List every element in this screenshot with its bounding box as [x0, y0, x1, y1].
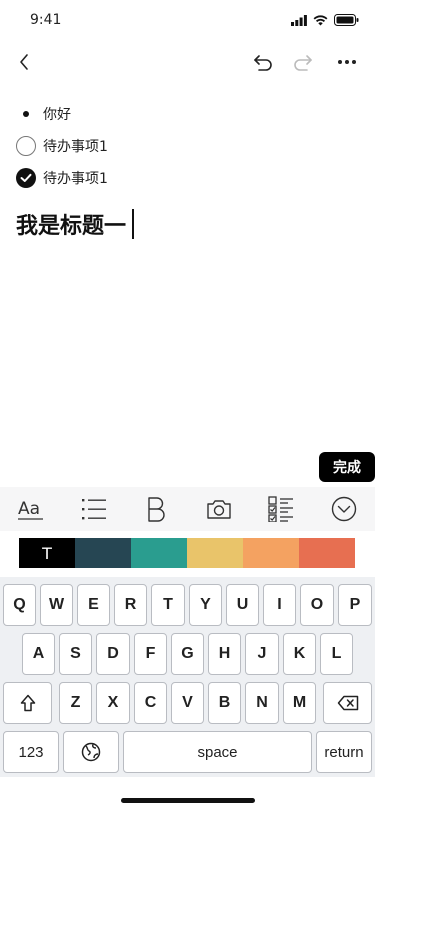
- key-s[interactable]: S: [59, 633, 92, 675]
- camera-icon: [207, 500, 231, 519]
- bullet-dot-icon: [16, 111, 36, 117]
- text-cursor: [132, 209, 135, 239]
- return-key[interactable]: return: [316, 731, 372, 773]
- text-style-button[interactable]: Aa: [11, 489, 51, 529]
- home-indicator: [121, 798, 255, 803]
- key-f[interactable]: F: [134, 633, 167, 675]
- key-u[interactable]: U: [226, 584, 259, 626]
- collapse-icon: [331, 496, 356, 522]
- key-o[interactable]: O: [300, 584, 334, 626]
- phone-screen: 9:41 你好 待办事项1 待办事项1 我是标题一 完成 Aa T Q W E …: [0, 0, 375, 926]
- bold-button[interactable]: [136, 489, 176, 529]
- key-p[interactable]: P: [338, 584, 372, 626]
- bullet-list-item[interactable]: 你好: [16, 98, 361, 130]
- color-swatch[interactable]: T: [19, 538, 75, 568]
- key-w[interactable]: W: [40, 584, 73, 626]
- todo-item[interactable]: 待办事项1: [16, 162, 361, 194]
- undo-button[interactable]: [249, 48, 277, 76]
- signal-icon: [291, 14, 307, 26]
- heading-text: 我是标题一: [16, 214, 127, 239]
- color-swatch[interactable]: [131, 538, 187, 568]
- key-j[interactable]: J: [245, 633, 279, 675]
- todo-item-text: 待办事项1: [43, 139, 108, 155]
- status-bar: 9:41: [0, 0, 375, 44]
- bold-icon: [148, 497, 165, 522]
- color-swatch[interactable]: [187, 538, 243, 568]
- todo-item[interactable]: 待办事项1: [16, 130, 361, 162]
- wifi-icon: [313, 14, 328, 25]
- editor-content[interactable]: 你好 待办事项1 待办事项1 我是标题一: [16, 98, 361, 242]
- key-c[interactable]: C: [134, 682, 167, 724]
- color-swatch[interactable]: [75, 538, 131, 568]
- color-palette: T: [19, 538, 355, 568]
- key-n[interactable]: N: [245, 682, 279, 724]
- text-color-symbol: T: [42, 543, 52, 563]
- key-m[interactable]: M: [283, 682, 316, 724]
- svg-text:Aa: Aa: [18, 499, 40, 519]
- key-i[interactable]: I: [263, 584, 296, 626]
- redo-icon: [294, 55, 312, 71]
- list-button[interactable]: [74, 489, 114, 529]
- keyboard: Q W E R T Y U I O P A S D F G H J K L Z …: [0, 577, 375, 777]
- globe-key[interactable]: [63, 731, 119, 773]
- key-d[interactable]: D: [96, 633, 130, 675]
- key-b[interactable]: B: [208, 682, 241, 724]
- nav-bar: [0, 44, 375, 80]
- color-swatch[interactable]: [299, 538, 355, 568]
- list-icon: [81, 499, 106, 520]
- color-swatch[interactable]: [243, 538, 299, 568]
- key-y[interactable]: Y: [189, 584, 222, 626]
- numbers-key[interactable]: 123: [3, 731, 59, 773]
- checklist-icon: [268, 496, 294, 522]
- key-r[interactable]: R: [114, 584, 147, 626]
- done-button[interactable]: 完成: [319, 452, 375, 482]
- undo-icon: [254, 55, 272, 71]
- key-t[interactable]: T: [151, 584, 185, 626]
- format-toolbar: Aa: [0, 487, 375, 531]
- battery-icon: [334, 14, 359, 26]
- unchecked-circle-icon[interactable]: [16, 136, 36, 156]
- key-g[interactable]: G: [171, 633, 204, 675]
- more-button[interactable]: [333, 48, 361, 76]
- key-v[interactable]: V: [171, 682, 204, 724]
- key-e[interactable]: E: [77, 584, 110, 626]
- collapse-keyboard-button[interactable]: [324, 489, 364, 529]
- more-icon: [338, 60, 356, 64]
- back-button[interactable]: [10, 48, 38, 76]
- text-style-icon: Aa: [18, 499, 44, 520]
- checklist-button[interactable]: [261, 489, 301, 529]
- key-k[interactable]: K: [283, 633, 316, 675]
- shift-icon: [20, 694, 35, 712]
- globe-icon: [81, 742, 101, 762]
- camera-button[interactable]: [199, 489, 239, 529]
- key-l[interactable]: L: [320, 633, 353, 675]
- bullet-item-text: 你好: [43, 107, 71, 123]
- key-a[interactable]: A: [22, 633, 55, 675]
- checkmark-icon: [20, 173, 32, 182]
- redo-button[interactable]: [289, 48, 317, 76]
- backspace-icon: [337, 695, 358, 711]
- key-z[interactable]: Z: [59, 682, 92, 724]
- heading-one[interactable]: 我是标题一: [16, 206, 361, 242]
- todo-item-text: 待办事项1: [43, 171, 108, 187]
- checked-circle-icon[interactable]: [16, 168, 36, 188]
- key-h[interactable]: H: [208, 633, 241, 675]
- key-q[interactable]: Q: [3, 584, 36, 626]
- space-key[interactable]: space: [123, 731, 312, 773]
- chevron-left-icon: [20, 54, 28, 70]
- delete-key[interactable]: [323, 682, 372, 724]
- status-icons: [291, 14, 359, 26]
- key-x[interactable]: X: [96, 682, 130, 724]
- status-time: 9:41: [30, 12, 62, 28]
- shift-key[interactable]: [3, 682, 52, 724]
